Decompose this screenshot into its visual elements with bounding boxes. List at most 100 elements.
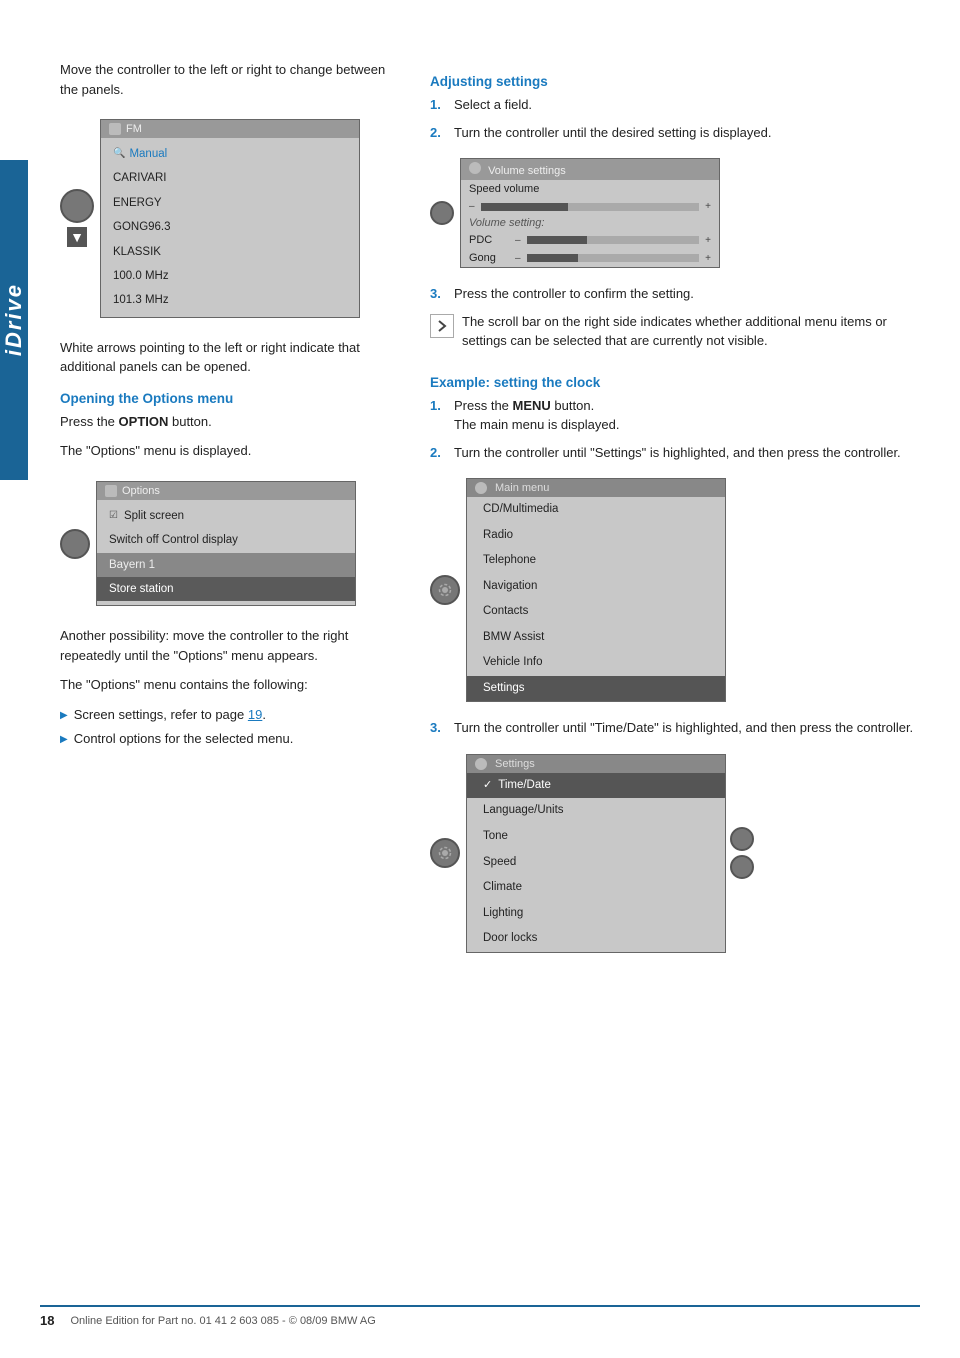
- vol-header: Volume settings: [461, 159, 719, 180]
- gong-bar: [527, 254, 700, 262]
- white-arrows-text: White arrows pointing to the left or rig…: [60, 338, 400, 377]
- example-step-3: 3. Turn the controller until "Time/Date"…: [430, 718, 920, 738]
- speed-plus: +: [705, 201, 711, 212]
- left-column: Move the controller to the left or right…: [60, 60, 400, 969]
- list-item: ENERGY: [101, 191, 359, 215]
- intro-text: Move the controller to the left or right…: [60, 60, 400, 99]
- screen2-body: ☑ Split screen Switch off Control displa…: [97, 500, 355, 606]
- list-item: Language/Units: [467, 798, 725, 824]
- volume-screen-wrapper: Volume settings Speed volume – + Volume …: [430, 150, 920, 276]
- footer: 18 Online Edition for Part no. 01 41 2 6…: [40, 1305, 920, 1328]
- settings-knobs: [730, 827, 754, 879]
- main-menu-screen: Main menu CD/Multimedia Radio Telephone …: [466, 478, 726, 702]
- list-item: 🔍 Manual: [101, 142, 359, 166]
- bullet-item-2: ▶ Control options for the selected menu.: [60, 729, 400, 749]
- ex-step-3-text: Turn the controller until "Time/Date" is…: [454, 718, 913, 738]
- list-item: Contacts: [467, 599, 725, 625]
- adjusting-heading: Adjusting settings: [430, 74, 920, 89]
- adjust-step-3: 3. Press the controller to confirm the s…: [430, 284, 920, 304]
- screen1: FM 🔍 Manual CARIVARI ENERGY GONG96.3 KLA…: [100, 119, 360, 318]
- options-para1: Press the OPTION button.: [60, 412, 400, 432]
- bullet-triangle-1: ▶: [60, 708, 68, 723]
- list-item: GONG96.3: [101, 215, 359, 239]
- chevron-right-icon: [435, 319, 449, 333]
- list-item: Lighting: [467, 901, 725, 927]
- main-menu-header: Main menu: [467, 479, 725, 497]
- scroll-indicator: The scroll bar on the right side indicat…: [430, 312, 920, 361]
- example-step-2: 2. Turn the controller until "Settings" …: [430, 443, 920, 463]
- list-item: Vehicle Info: [467, 650, 725, 676]
- controller-knob-2: [60, 529, 90, 559]
- list-item: KLASSIK: [101, 240, 359, 264]
- list-item: Switch off Control display: [97, 528, 355, 552]
- pdc-row: PDC – +: [461, 231, 719, 249]
- screen1-header-icon: [109, 123, 121, 135]
- adjust-step-1: 1. Select a field.: [430, 95, 920, 115]
- step-text-1: Select a field.: [454, 95, 532, 115]
- example-step-1: 1. Press the MENU button. The main menu …: [430, 396, 920, 435]
- bullet-text-2: Control options for the selected menu.: [74, 729, 294, 749]
- screen2-header-label: Options: [122, 485, 160, 497]
- ex-step-num-1: 1.: [430, 396, 446, 435]
- screen1-header-label: FM: [126, 123, 142, 135]
- adjust-step-2: 2. Turn the controller until the desired…: [430, 123, 920, 143]
- gear-icon: [438, 583, 452, 597]
- controller-knob-1: [60, 189, 94, 223]
- step-num-3: 3.: [430, 284, 446, 304]
- down-arrow: ▼: [67, 227, 87, 247]
- list-item: Tone: [467, 824, 725, 850]
- page-link-19[interactable]: 19: [248, 707, 262, 722]
- list-item-highlighted: Settings: [467, 676, 725, 702]
- list-item: Navigation: [467, 574, 725, 600]
- volume-screen: Volume settings Speed volume – + Volume …: [460, 158, 720, 268]
- page-number: 18: [40, 1313, 54, 1328]
- vol-header-icon: [469, 162, 481, 174]
- checkbox-icon: ☑: [109, 508, 118, 524]
- pdc-label: PDC: [469, 234, 509, 246]
- screen1-body: 🔍 Manual CARIVARI ENERGY GONG96.3 KLASSI…: [101, 138, 359, 317]
- ex-step-num-3: 3.: [430, 718, 446, 738]
- another-text: Another possibility: move the controller…: [60, 626, 400, 665]
- screen1-header: FM: [101, 120, 359, 138]
- speed-vol-bar-row: – +: [461, 198, 719, 215]
- vol-setting-label: Volume setting:: [461, 215, 719, 231]
- bullet-item-1: ▶ Screen settings, refer to page 19.: [60, 705, 400, 725]
- step-text-3: Press the controller to confirm the sett…: [454, 284, 694, 304]
- list-item: 100.0 MHz: [101, 264, 359, 288]
- bullet-triangle-2: ▶: [60, 732, 68, 747]
- pdc-minus: –: [515, 235, 521, 246]
- list-item: BMW Assist: [467, 625, 725, 651]
- gear-icon-2: [438, 846, 452, 860]
- list-item-highlighted: Store station: [97, 577, 355, 601]
- list-item: Radio: [467, 523, 725, 549]
- pdc-bar: [527, 236, 700, 244]
- main-menu-label: Main menu: [495, 482, 549, 494]
- controller-gear-main: [430, 575, 460, 605]
- list-item: Bayern 1: [97, 553, 355, 577]
- item-manual-label: Manual: [129, 145, 167, 163]
- ex-step-2-text: Turn the controller until "Settings" is …: [454, 443, 901, 463]
- split-screen-label: Split screen: [124, 507, 184, 525]
- ex-step-1-content: Press the MENU button. The main menu is …: [454, 396, 619, 435]
- list-item: Door locks: [467, 926, 725, 952]
- settings-screen: Settings ✓ Time/Date Language/Units Tone…: [466, 754, 726, 953]
- checkmark-icon: ✓: [483, 776, 492, 795]
- controller-gear-settings: [430, 838, 460, 868]
- screen2-header-icon: [105, 485, 117, 497]
- controller-knob-s2: [730, 855, 754, 879]
- ex-step-1-text: Press the MENU button.: [454, 396, 619, 416]
- bullet-text-1: Screen settings, refer to page 19.: [74, 705, 266, 725]
- screen2-wrapper: Options ☑ Split screen Switch off Contro…: [60, 471, 400, 617]
- screen2: Options ☑ Split screen Switch off Contro…: [96, 481, 356, 607]
- controller-knob-s1: [730, 827, 754, 851]
- step-num-2: 2.: [430, 123, 446, 143]
- list-item: Speed: [467, 850, 725, 876]
- gong-plus: +: [705, 253, 711, 264]
- vol-header-label: Volume settings: [488, 165, 566, 177]
- settings-icon: [475, 758, 487, 770]
- list-item: Climate: [467, 875, 725, 901]
- gong-label: Gong: [469, 252, 509, 264]
- screen1-wrapper: ▼ FM 🔍 Manual CARIVARI ENERGY GON: [60, 109, 400, 328]
- settings-label: Settings: [495, 758, 535, 770]
- main-content: Move the controller to the left or right…: [40, 0, 960, 1029]
